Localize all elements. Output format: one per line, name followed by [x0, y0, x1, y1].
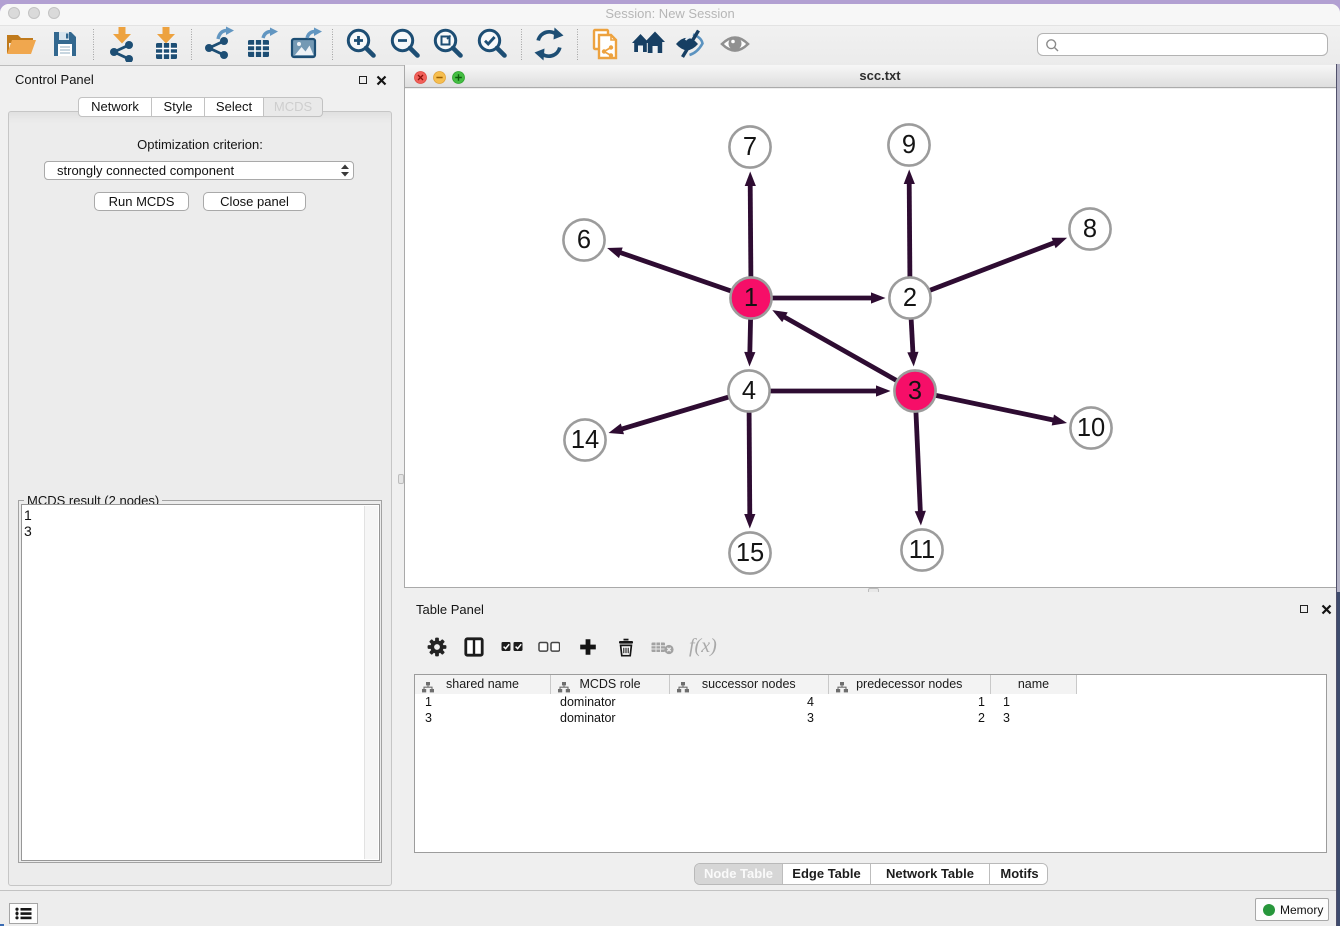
- svg-text:2: 2: [903, 284, 917, 312]
- svg-text:11: 11: [909, 536, 935, 564]
- svg-text:4: 4: [742, 377, 756, 405]
- svg-text:14: 14: [571, 426, 599, 454]
- svg-text:6: 6: [577, 226, 591, 254]
- svg-text:7: 7: [743, 133, 757, 161]
- svg-text:8: 8: [1083, 215, 1097, 243]
- svg-text:1: 1: [744, 284, 758, 312]
- svg-text:10: 10: [1077, 414, 1105, 442]
- svg-text:9: 9: [902, 131, 916, 159]
- svg-text:3: 3: [908, 377, 922, 405]
- svg-text:15: 15: [736, 539, 764, 567]
